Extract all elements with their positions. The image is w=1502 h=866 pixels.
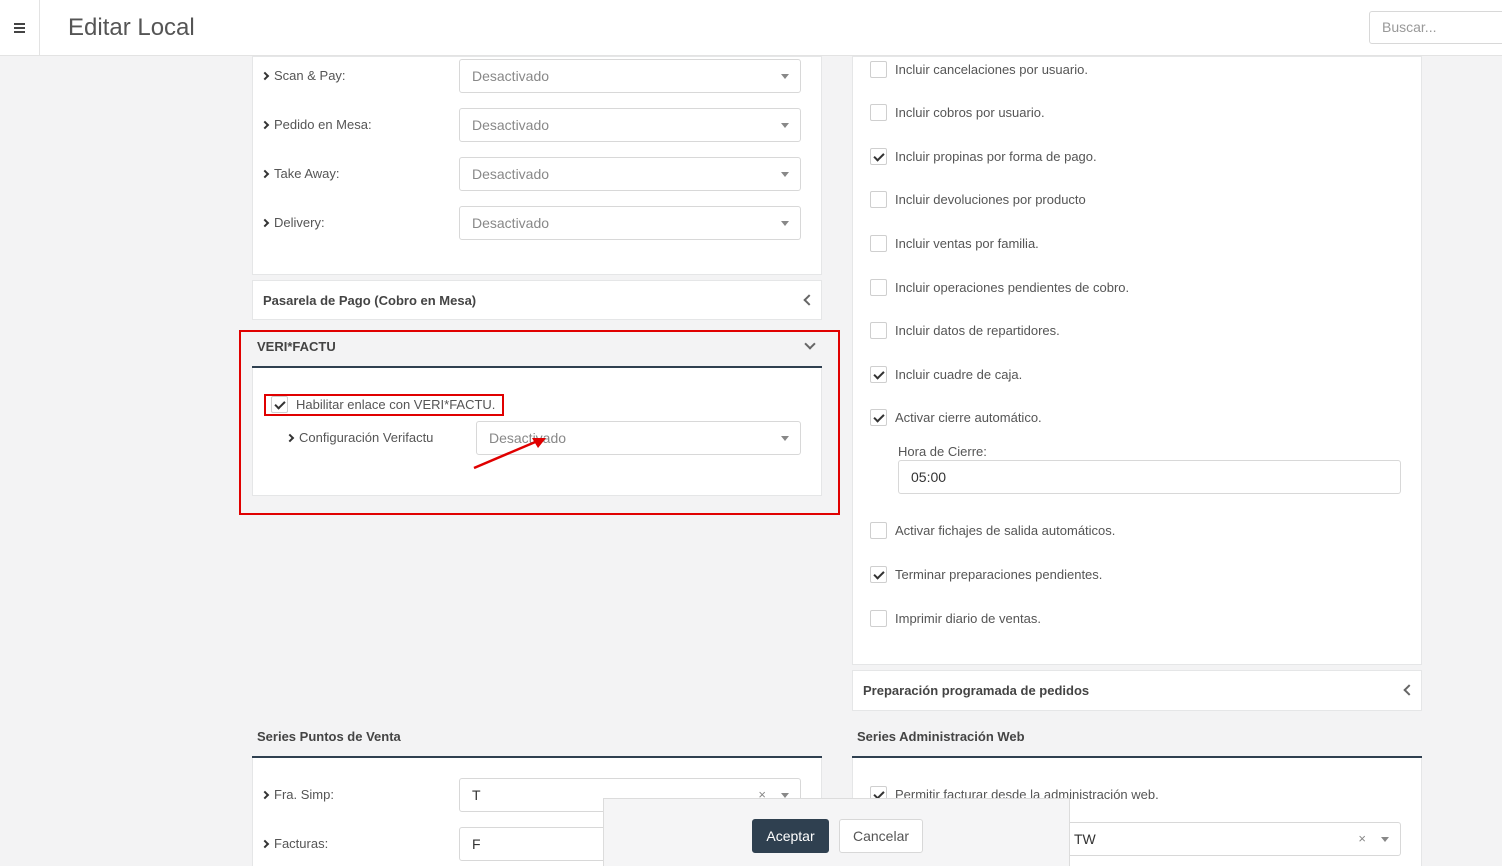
search-input[interactable]: Buscar... [1369, 11, 1502, 44]
option-checkbox[interactable] [870, 279, 887, 296]
page-title: Editar Local [68, 14, 195, 41]
channels-panel: Scan & Pay: Desactivado Pedido en Mesa: … [252, 56, 822, 275]
chevron-left-icon[interactable] [803, 294, 815, 306]
option-imprimir-diario[interactable]: Imprimir diario de ventas. [870, 610, 1041, 627]
option-checkbox[interactable] [870, 191, 887, 208]
option-terminar-preparaciones[interactable]: Terminar preparaciones pendientes. [870, 566, 1102, 583]
channel-row-take-away: Take Away: [260, 166, 340, 181]
cancel-button[interactable]: Cancelar [839, 819, 923, 853]
chevron-right-icon [260, 790, 270, 799]
hamburger-menu-button[interactable] [0, 0, 40, 56]
scan-pay-select[interactable]: Desactivado [459, 59, 801, 93]
pasarela-title: Pasarela de Pago (Cobro en Mesa) [263, 293, 477, 308]
option-pendientes-cobro[interactable]: Incluir operaciones pendientes de cobro. [870, 279, 1129, 296]
series-web-select[interactable]: TW × [1061, 822, 1401, 856]
caret-down-icon [781, 123, 789, 128]
hora-cierre-input[interactable]: 05:00 [898, 460, 1401, 494]
option-checkbox[interactable] [870, 409, 887, 426]
option-cancelaciones[interactable]: Incluir cancelaciones por usuario. [870, 61, 1088, 78]
caret-down-icon [781, 172, 789, 177]
hora-cierre-label: Hora de Cierre: [898, 444, 987, 459]
option-checkbox[interactable] [870, 610, 887, 627]
action-footer: Aceptar Cancelar [603, 798, 1070, 866]
annotation-box-verifactu [239, 330, 840, 515]
channel-row-scan-pay: Scan & Pay: [260, 68, 346, 83]
pasarela-accordion[interactable]: Pasarela de Pago (Cobro en Mesa) [252, 280, 822, 320]
accept-button[interactable]: Aceptar [752, 819, 829, 853]
delivery-select[interactable]: Desactivado [459, 206, 801, 240]
annotation-arrow-icon [473, 438, 546, 470]
caret-down-icon [781, 74, 789, 79]
chevron-right-icon [260, 839, 270, 848]
chevron-right-icon [260, 169, 270, 178]
take-away-select[interactable]: Desactivado [459, 157, 801, 191]
option-checkbox[interactable] [870, 235, 887, 252]
scheduled-title: Preparación programada de pedidos [863, 683, 1090, 698]
report-options-panel: Incluir cancelaciones por usuario. Inclu… [852, 56, 1422, 665]
option-checkbox[interactable] [870, 322, 887, 339]
series-web-title: Series Administración Web [857, 729, 1025, 744]
option-cobros[interactable]: Incluir cobros por usuario. [870, 104, 1045, 121]
caret-down-icon [1381, 837, 1389, 842]
chevron-right-icon [260, 71, 270, 80]
chevron-right-icon [260, 218, 270, 227]
clear-icon[interactable]: × [1358, 823, 1366, 855]
option-checkbox[interactable] [870, 148, 887, 165]
chevron-left-icon[interactable] [1403, 684, 1415, 696]
caret-down-icon [781, 221, 789, 226]
series-pos-title: Series Puntos de Venta [257, 729, 401, 744]
option-checkbox[interactable] [870, 522, 887, 539]
option-checkbox[interactable] [870, 61, 887, 78]
option-checkbox[interactable] [870, 366, 887, 383]
option-cierre-automatico[interactable]: Activar cierre automático. [870, 409, 1042, 426]
option-repartidores[interactable]: Incluir datos de repartidores. [870, 322, 1060, 339]
channel-row-pedido-mesa: Pedido en Mesa: [260, 117, 372, 132]
annotation-box-enable [264, 394, 504, 416]
series-row-facturas: Facturas: [260, 836, 328, 851]
series-row-fra-simp: Fra. Simp: [260, 787, 334, 802]
scheduled-accordion[interactable]: Preparación programada de pedidos [852, 670, 1422, 711]
option-fichajes-salida[interactable]: Activar fichajes de salida automáticos. [870, 522, 1115, 539]
option-checkbox[interactable] [870, 566, 887, 583]
menu-icon [14, 27, 25, 29]
chevron-right-icon [260, 120, 270, 129]
option-propinas[interactable]: Incluir propinas por forma de pago. [870, 148, 1097, 165]
channel-row-delivery: Delivery: [260, 215, 325, 230]
option-cuadre-caja[interactable]: Incluir cuadre de caja. [870, 366, 1022, 383]
option-devoluciones[interactable]: Incluir devoluciones por producto [870, 191, 1086, 208]
option-ventas-familia[interactable]: Incluir ventas por familia. [870, 235, 1039, 252]
top-bar: Editar Local Buscar... [0, 0, 1502, 56]
option-checkbox[interactable] [870, 104, 887, 121]
pedido-mesa-select[interactable]: Desactivado [459, 108, 801, 142]
